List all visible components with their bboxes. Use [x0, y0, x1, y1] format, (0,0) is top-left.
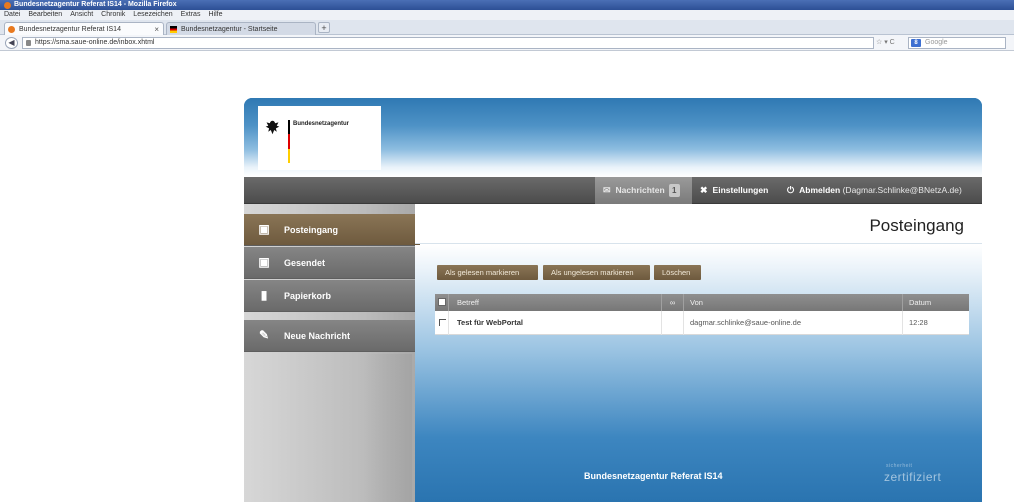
flag-favicon-icon [170, 26, 177, 33]
select-all-cell [435, 294, 449, 311]
attachment-icon: ∞ [669, 298, 676, 307]
envelope-icon: ✉ [603, 185, 611, 195]
row-date: 12:28 [909, 318, 928, 327]
search-bar[interactable]: 8 Google [908, 37, 1006, 49]
sidebar-item-label: Neue Nachricht [284, 331, 351, 341]
menu-lesezeichen[interactable]: Lesezeichen [133, 10, 172, 20]
row-checkbox-cell [435, 311, 449, 335]
cert-small-text: sicherheit [886, 463, 913, 469]
menu-bearbeiten[interactable]: Bearbeiten [28, 10, 62, 20]
row-subject[interactable]: Test für WebPortal [449, 311, 662, 335]
logged-in-user: (Dagmar.Schlinke@BNetzA.de) [842, 185, 962, 195]
menu-datei[interactable]: Datei [4, 10, 20, 20]
header-band: Bundesnetzagentur [244, 98, 982, 177]
tab-startseite[interactable]: Bundesnetzagentur - Startseite [166, 22, 316, 35]
inbox-icon: ▣ [258, 222, 270, 236]
top-navigation: ✉ Nachrichten 1 ✖ Einstellungen ⏻ Abmelden (… [244, 177, 982, 204]
menu-ansicht[interactable]: Ansicht [70, 10, 93, 20]
search-engine-icon[interactable]: 8 [911, 39, 921, 47]
power-icon: ⏻ [787, 185, 795, 195]
firefox-icon [4, 1, 11, 9]
compose-icon: ✎ [258, 328, 270, 342]
reload-bookmark-icons[interactable]: ☆ ▾ C [876, 37, 895, 49]
tab-bar: Bundesnetzagentur Referat IS14 × Bundesn… [0, 20, 1014, 35]
sidebar-item-label: Papierkorb [284, 291, 332, 301]
menu-extras[interactable]: Extras [181, 10, 201, 20]
sidebar-item-posteingang[interactable]: ▣ Posteingang [244, 214, 426, 246]
navigation-bar: ◀ https://sma.saue-online.de/inbox.xhtml… [0, 35, 1014, 51]
row-checkbox[interactable] [439, 319, 446, 326]
search-placeholder: Google [925, 39, 948, 46]
menu-hilfe[interactable]: Hilfe [208, 10, 222, 20]
column-attachment[interactable]: ∞ [662, 294, 684, 311]
sidebar-item-label: Gesendet [284, 258, 326, 268]
sidebar-shadow [362, 354, 412, 502]
nav-logout[interactable]: ⏻ Abmelden (Dagmar.Schlinke@BNetzA.de) [787, 177, 962, 204]
logo[interactable]: Bundesnetzagentur [258, 106, 381, 170]
column-date[interactable]: Datum [903, 294, 969, 311]
sidebar-item-gesendet[interactable]: ▣ Gesendet [244, 247, 415, 279]
message-table-header: Betreff ∞ Von Datum [435, 294, 969, 311]
table-row[interactable]: Test für WebPortal dagmar.schlinke@saue-… [435, 311, 969, 335]
sidebar-item-papierkorb[interactable]: ▮ Papierkorb [244, 280, 415, 312]
eagle-icon [265, 120, 280, 135]
sidebar: ▣ Posteingang ▣ Gesendet ▮ Papierkorb ✎ … [244, 204, 426, 502]
app-frame: Bundesnetzagentur ✉ Nachrichten 1 ✖ Einstel… [244, 98, 982, 502]
tab-referat[interactable]: Bundesnetzagentur Referat IS14 × [4, 22, 164, 35]
lock-icon [26, 40, 31, 46]
window-titlebar: Bundesnetzagentur Referat IS14 - Mozilla… [0, 0, 1014, 10]
back-button[interactable]: ◀ [5, 37, 18, 49]
page-title: Posteingang [869, 216, 964, 235]
row-attachment [662, 311, 684, 335]
delete-button[interactable]: Löschen [654, 265, 701, 280]
nav-settings[interactable]: ✖ Einstellungen [700, 177, 768, 204]
window-title: Bundesnetzagentur Referat IS14 - Mozilla… [14, 1, 177, 8]
content-header: Posteingang [415, 204, 982, 244]
logo-text: Bundesnetzagentur [293, 121, 350, 127]
nav-messages[interactable]: ✉ Nachrichten 1 [595, 177, 692, 204]
menu-chronik[interactable]: Chronik [101, 10, 125, 20]
tools-icon: ✖ [700, 185, 708, 195]
nav-messages-label: Nachrichten [615, 185, 665, 195]
certification-logo: sicherheit zertifiziert [884, 463, 942, 484]
sidebar-item-label: Posteingang [284, 225, 339, 235]
row-from: dagmar.schlinke@saue-online.de [684, 311, 903, 335]
sidebar-item-neue-nachricht[interactable]: ✎ Neue Nachricht [244, 320, 415, 352]
tab-label: Bundesnetzagentur - Startseite [181, 26, 278, 33]
menu-bar: Datei Bearbeiten Ansicht Chronik Lesezei… [0, 10, 1014, 20]
column-subject[interactable]: Betreff [449, 294, 662, 311]
cert-text: zertifiziert [884, 470, 942, 484]
column-from[interactable]: Von [684, 294, 903, 311]
firefox-favicon-icon [8, 26, 15, 33]
footer-text: Bundesnetzagentur Referat IS14 [584, 471, 723, 481]
outbox-icon: ▣ [258, 255, 270, 269]
nav-settings-label: Einstellungen [712, 185, 769, 195]
mark-read-button[interactable]: Als gelesen markieren [437, 265, 538, 280]
new-tab-button[interactable]: + [318, 22, 330, 33]
select-all-checkbox[interactable] [438, 298, 446, 306]
url-text: https://sma.saue-online.de/inbox.xhtml [35, 39, 155, 46]
mark-unread-button[interactable]: Als ungelesen markieren [543, 265, 650, 280]
tab-label: Bundesnetzagentur Referat IS14 [19, 26, 121, 33]
trash-icon: ▮ [260, 288, 268, 302]
nav-logout-label: Abmelden [799, 185, 841, 195]
url-bar[interactable]: https://sma.saue-online.de/inbox.xhtml [22, 37, 874, 49]
message-count-badge: 1 [668, 184, 680, 197]
flag-stripe [288, 120, 290, 163]
